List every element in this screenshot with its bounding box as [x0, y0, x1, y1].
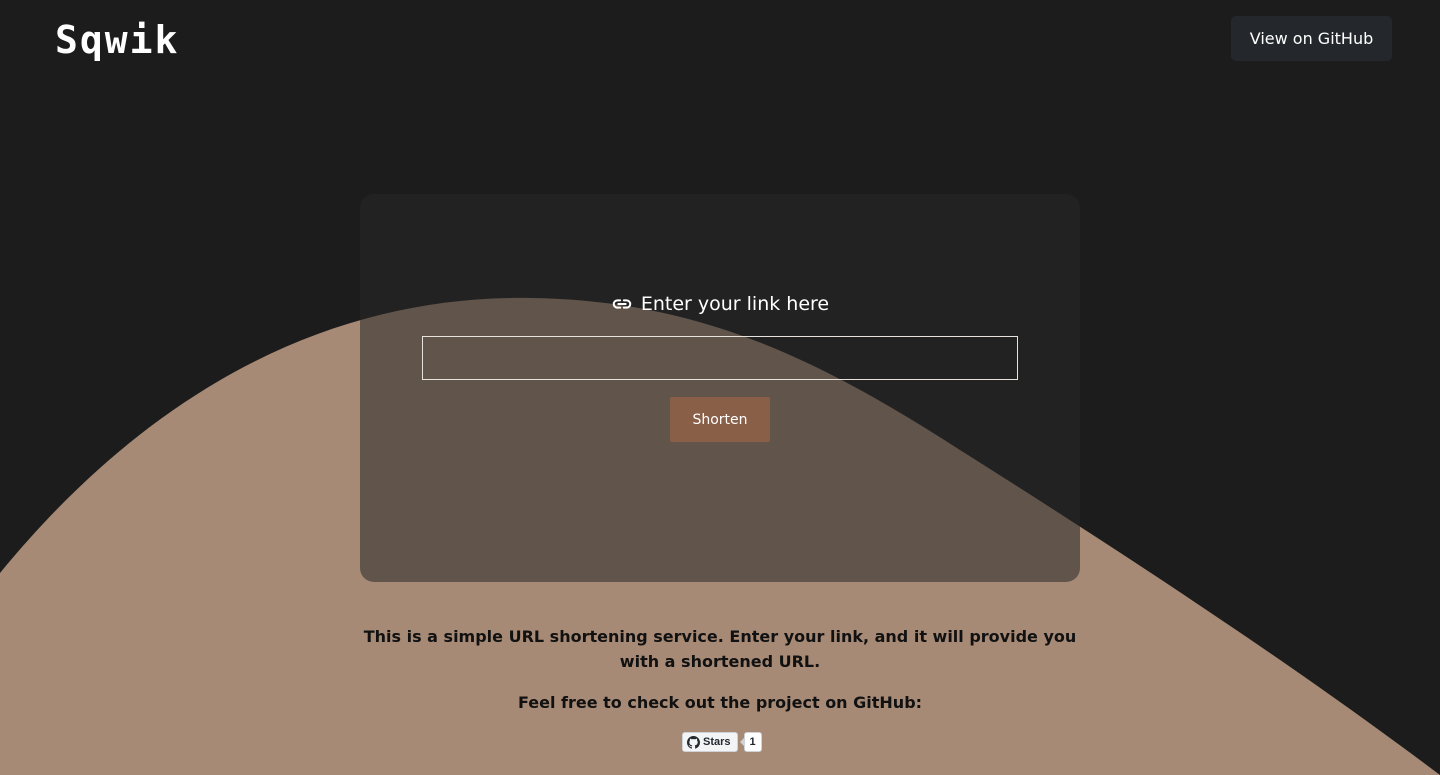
form-label-text: Enter your link here	[640, 293, 830, 315]
page: Sqwik View on GitHub Enter your link her…	[0, 0, 1440, 775]
shorten-form-card	[360, 194, 1080, 582]
github-stars-button[interactable]: Stars	[682, 732, 738, 752]
form-label: Enter your link here	[0, 290, 1440, 318]
github-stars-label: Stars	[703, 736, 731, 748]
service-description: This is a simple URL shortening service.…	[363, 627, 1077, 671]
view-on-github-button[interactable]: View on GitHub	[1231, 16, 1392, 61]
shorten-button[interactable]: Shorten	[670, 397, 770, 442]
github-prompt-text: Feel free to check out the project on Gi…	[517, 693, 923, 712]
github-icon	[687, 735, 700, 749]
app-logo[interactable]: Sqwik	[55, 18, 179, 62]
github-stars-count[interactable]: 1	[739, 732, 762, 752]
url-input[interactable]	[422, 336, 1018, 380]
link-icon	[611, 293, 633, 315]
github-stars-badge[interactable]: Stars 1	[682, 732, 762, 752]
